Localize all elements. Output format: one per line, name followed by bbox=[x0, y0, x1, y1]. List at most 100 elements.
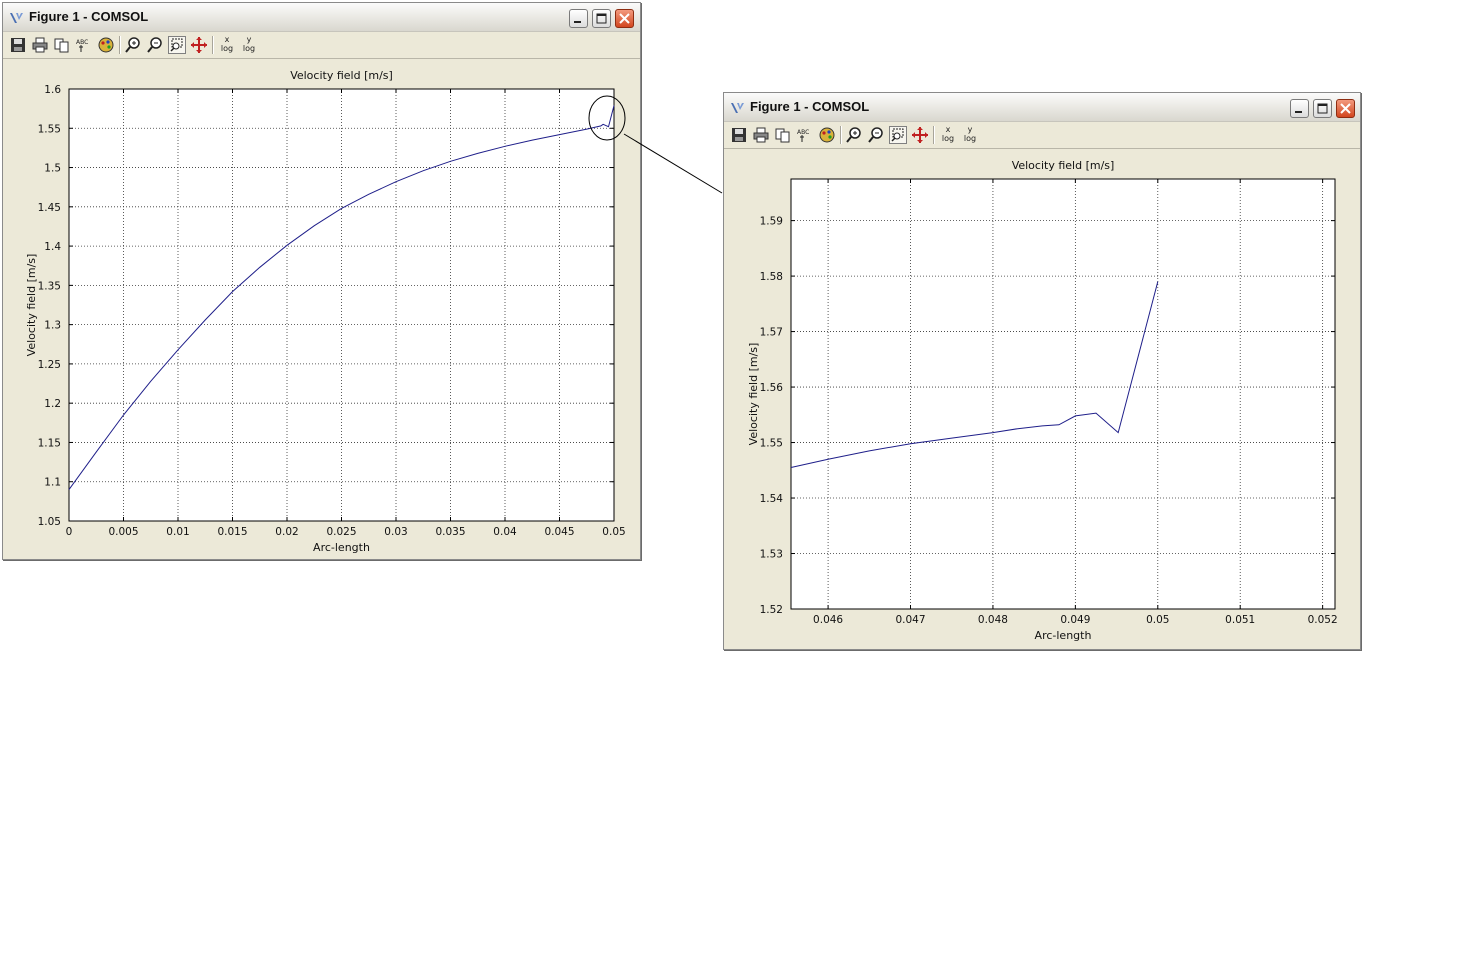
velocity-plot-full[interactable]: 0 0.005 0.01 0.015 0.02 0.025 0.03 0.035 0.04 0.0… bbox=[3, 59, 640, 559]
print-icon bbox=[32, 37, 48, 53]
maximize-button[interactable] bbox=[1313, 99, 1332, 118]
save-button[interactable] bbox=[730, 126, 748, 144]
y-tick-label: 1.57 bbox=[760, 327, 783, 339]
zoom-in-icon bbox=[846, 127, 861, 143]
x-tick-label: 0.025 bbox=[326, 526, 356, 538]
minimize-button[interactable] bbox=[1290, 99, 1309, 118]
y-tick-label: 1.6 bbox=[44, 84, 61, 96]
plot-area[interactable]: 0.046 0.047 0.048 0.049 0.05 0.051 0.052 1.52 1.… bbox=[724, 149, 1360, 649]
y-tick-label: 1.45 bbox=[38, 202, 61, 214]
comsol-app-icon bbox=[731, 103, 744, 113]
colormap-button[interactable] bbox=[97, 36, 115, 54]
zoom-box-icon bbox=[891, 128, 904, 142]
colormap-button[interactable] bbox=[818, 126, 836, 144]
figure-window-zoomed[interactable]: Figure 1 - COMSOL ABC x log y log 0.046 … bbox=[723, 92, 1361, 650]
maximize-button[interactable] bbox=[592, 9, 611, 28]
x-log-text: log bbox=[941, 134, 955, 143]
zoom-in-button[interactable] bbox=[845, 126, 863, 144]
figure-toolbar: ABC x log y log bbox=[3, 32, 640, 59]
zoom-in-icon bbox=[125, 37, 140, 53]
toolbar-separator bbox=[212, 36, 214, 54]
x-tick-label: 0.02 bbox=[275, 526, 298, 538]
y-log-button[interactable]: y log bbox=[960, 125, 980, 145]
x-tick-label: 0.015 bbox=[217, 526, 247, 538]
svg-text:ABC: ABC bbox=[797, 129, 809, 136]
x-tick-label: 0.035 bbox=[435, 526, 465, 538]
comsol-app-icon bbox=[10, 13, 23, 23]
maximize-icon bbox=[1317, 103, 1328, 114]
copy-button[interactable] bbox=[774, 126, 792, 144]
pan-button[interactable] bbox=[190, 36, 208, 54]
velocity-plot-zoomed[interactable]: 0.046 0.047 0.048 0.049 0.05 0.051 0.052 1.52 1.… bbox=[724, 149, 1360, 649]
zoom-out-button[interactable] bbox=[146, 36, 164, 54]
colormap-icon bbox=[819, 127, 835, 143]
zoom-box-button[interactable] bbox=[889, 126, 907, 144]
y-tick-label: 1.2 bbox=[44, 398, 61, 410]
x-axis-label: Arc-length bbox=[1035, 629, 1092, 642]
minimize-icon bbox=[1295, 111, 1302, 113]
y-tick-label: 1.58 bbox=[760, 271, 783, 283]
zoom-box-icon bbox=[170, 38, 183, 52]
figure-toolbar: ABC x log y log bbox=[724, 122, 1360, 149]
toolbar-separator bbox=[933, 126, 935, 144]
close-button[interactable] bbox=[1336, 99, 1355, 118]
y-tick-label: 1.56 bbox=[760, 382, 784, 394]
x-tick-label: 0.052 bbox=[1308, 614, 1338, 626]
save-button[interactable] bbox=[9, 36, 27, 54]
x-tick-label: 0.046 bbox=[813, 614, 843, 626]
labels-button[interactable]: ABC bbox=[796, 126, 814, 144]
copy-icon bbox=[775, 128, 790, 143]
x-tick-label: 0.051 bbox=[1225, 614, 1255, 626]
abc-labels-icon: ABC bbox=[797, 129, 809, 142]
save-icon bbox=[11, 38, 25, 52]
copy-icon bbox=[54, 38, 69, 53]
chart-title: Velocity field [m/s] bbox=[290, 69, 393, 82]
chart-title: Velocity field [m/s] bbox=[1012, 159, 1115, 172]
x-log-text: log bbox=[220, 44, 234, 53]
zoom-in-button[interactable] bbox=[124, 36, 142, 54]
y-log-button[interactable]: y log bbox=[239, 35, 259, 55]
y-tick-label: 1.53 bbox=[760, 549, 783, 561]
save-icon bbox=[732, 128, 746, 142]
title-bar[interactable]: Figure 1 - COMSOL bbox=[3, 3, 640, 32]
zoom-out-icon bbox=[147, 37, 162, 53]
title-bar[interactable]: Figure 1 - COMSOL bbox=[724, 93, 1360, 122]
close-button[interactable] bbox=[615, 9, 634, 28]
x-log-button[interactable]: x log bbox=[217, 35, 237, 55]
pan-button[interactable] bbox=[911, 126, 929, 144]
y-tick-label: 1.59 bbox=[760, 216, 783, 228]
print-button[interactable] bbox=[752, 126, 770, 144]
x-tick-label: 0.01 bbox=[166, 526, 189, 538]
y-tick-label: 1.5 bbox=[44, 163, 61, 175]
x-tick-label: 0.045 bbox=[544, 526, 574, 538]
print-button[interactable] bbox=[31, 36, 49, 54]
y-tick-label: 1.15 bbox=[38, 437, 61, 449]
toolbar-separator bbox=[840, 126, 842, 144]
abc-labels-icon: ABC bbox=[76, 39, 88, 52]
x-tick-label: 0 bbox=[66, 526, 73, 538]
minimize-button[interactable] bbox=[569, 9, 588, 28]
x-log-axis-label: x bbox=[224, 35, 230, 44]
x-tick-label: 0.05 bbox=[602, 526, 625, 538]
x-axis-label: Arc-length bbox=[313, 541, 370, 554]
y-axis-label: Velocity field [m/s] bbox=[25, 254, 38, 357]
x-log-axis-label: x bbox=[945, 125, 951, 134]
y-tick-label: 1.52 bbox=[760, 604, 783, 616]
copy-button[interactable] bbox=[53, 36, 71, 54]
labels-button[interactable]: ABC bbox=[75, 36, 93, 54]
window-title: Figure 1 - COMSOL bbox=[29, 9, 149, 24]
minimize-icon bbox=[574, 21, 581, 23]
svg-text:ABC: ABC bbox=[76, 39, 88, 46]
y-log-axis-label: y bbox=[967, 125, 973, 134]
x-log-button[interactable]: x log bbox=[938, 125, 958, 145]
toolbar-separator bbox=[119, 36, 121, 54]
y-tick-label: 1.3 bbox=[44, 320, 61, 332]
pan-icon bbox=[191, 37, 207, 53]
plot-area[interactable]: 0 0.005 0.01 0.015 0.02 0.025 0.03 0.035 0.04 0.0… bbox=[3, 59, 640, 559]
close-icon bbox=[1340, 103, 1351, 114]
window-title: Figure 1 - COMSOL bbox=[750, 99, 870, 114]
x-tick-label: 0.04 bbox=[493, 526, 517, 538]
figure-window-main[interactable]: Figure 1 - COMSOL ABC x log y log 0 0.00… bbox=[2, 2, 641, 560]
zoom-box-button[interactable] bbox=[168, 36, 186, 54]
zoom-out-button[interactable] bbox=[867, 126, 885, 144]
